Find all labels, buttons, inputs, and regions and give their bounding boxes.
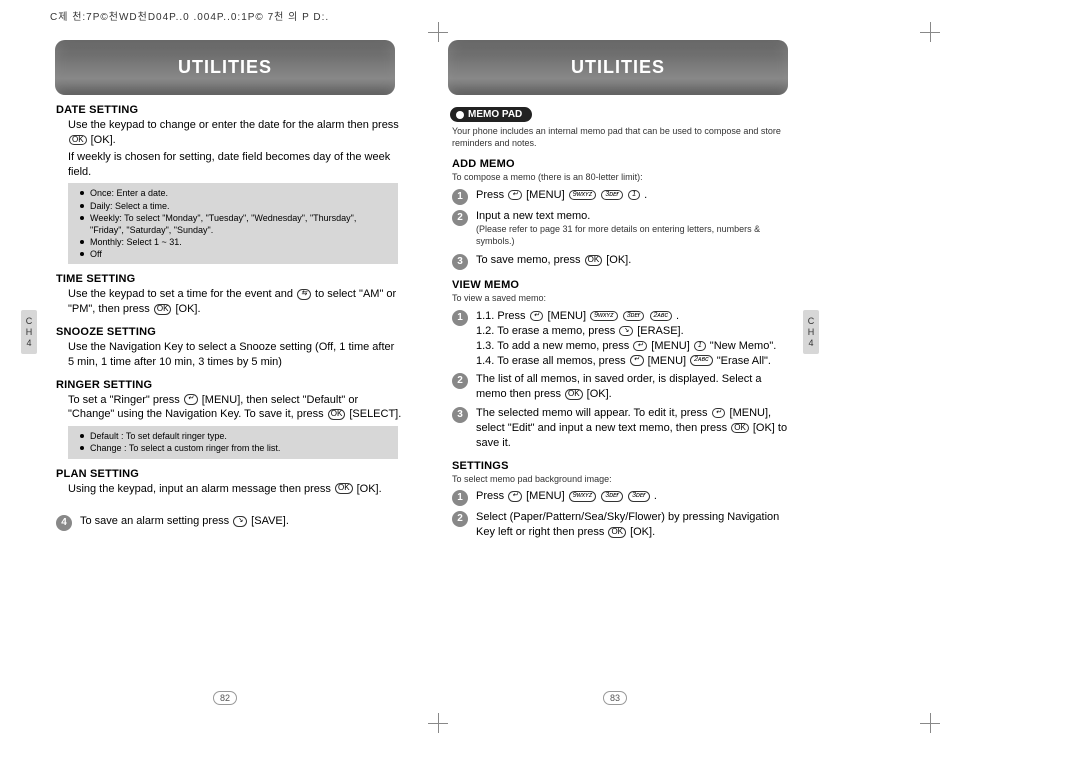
page-title: UTILITIES <box>448 40 788 95</box>
page-title: UTILITIES <box>55 40 395 95</box>
view-memo-intro: To view a saved memo: <box>452 293 792 305</box>
ok-icon: OK <box>154 304 172 315</box>
key-9-icon: 9ᴡxʏz <box>590 311 618 321</box>
step-number: 3 <box>452 407 468 423</box>
manual-page-right: C H 4 UTILITIES MEMO PAD Your phone incl… <box>420 40 810 705</box>
add-memo-step-1: 1 Press ↵ [MENU] 9ᴡxʏz 3ᴅᴇғ 1 . <box>452 188 792 205</box>
settings-title: SETTINGS <box>452 460 798 472</box>
menu-icon: ↵ <box>508 491 522 501</box>
step-number: 1 <box>452 189 468 205</box>
erase-icon: ↘ <box>619 326 633 336</box>
view-memo-step-3: 3 The selected memo will appear. To edit… <box>452 406 792 451</box>
view-memo-step-1: 1 1.1. Press ↵ [MENU] 9ᴡxʏz 3ᴅᴇғ 2ᴀʙᴄ . … <box>452 309 792 368</box>
menu-icon: ↵ <box>508 190 522 200</box>
memo-pad-badge: MEMO PAD <box>450 107 532 122</box>
add-memo-step-2: 2 Input a new text memo. (Please refer t… <box>452 209 792 249</box>
key-1-icon: 1 <box>628 190 640 200</box>
menu-icon: ↵ <box>530 311 544 321</box>
step-number: 2 <box>452 210 468 226</box>
step-number: 2 <box>452 373 468 389</box>
step-number: 2 <box>452 511 468 527</box>
ok-icon: OK <box>69 135 87 146</box>
key-3-icon: 3ᴅᴇғ <box>623 311 645 321</box>
page-header-text: C제 천:7P©천WD천D04P..0 .004P..0:1P© 7천 의 P … <box>50 8 329 23</box>
snooze-setting-text: Use the Navigation Key to select a Snooz… <box>68 340 402 370</box>
key-9-icon: 9ᴡxʏz <box>569 491 597 501</box>
crop-mark-icon <box>428 22 448 42</box>
step-number: 4 <box>56 515 72 531</box>
add-memo-step-3: 3 To save memo, press OK [OK]. <box>452 253 792 270</box>
memo-intro: Your phone includes an internal memo pad… <box>452 126 792 149</box>
dot-icon <box>456 111 464 119</box>
crop-mark-icon <box>428 713 448 733</box>
ok-icon: OK <box>335 483 353 494</box>
ok-icon: OK <box>608 527 626 538</box>
chapter-tab: C H 4 <box>803 310 819 354</box>
step-number: 1 <box>452 310 468 326</box>
date-setting-text-2: If weekly is chosen for setting, date fi… <box>68 150 402 180</box>
chapter-tab: C H 4 <box>21 310 37 354</box>
plan-setting-text: Using the keypad, input an alarm message… <box>68 482 402 497</box>
save-icon: ↘ <box>233 516 247 526</box>
menu-icon: ↵ <box>633 341 647 351</box>
time-setting-title: TIME SETTING <box>56 273 408 285</box>
crop-mark-icon <box>920 22 940 42</box>
add-memo-intro: To compose a memo (there is an 80-letter… <box>452 172 792 184</box>
snooze-setting-title: SNOOZE SETTING <box>56 326 408 338</box>
key-1-icon: 1 <box>694 341 706 351</box>
menu-icon: ↵ <box>184 394 198 404</box>
key-2-icon: 2ᴀʙᴄ <box>690 355 712 365</box>
plan-setting-title: PLAN SETTING <box>56 468 408 480</box>
settings-intro: To select memo pad background image: <box>452 474 792 486</box>
key-3-icon: 3ᴅᴇғ <box>601 491 623 501</box>
menu-icon: ↵ <box>630 355 644 365</box>
date-setting-notes: Once: Enter a date. Daily: Select a time… <box>68 183 398 264</box>
key-3-icon: 3ᴅᴇғ <box>601 190 623 200</box>
ringer-setting-text: To set a "Ringer" press ↵ [MENU], then s… <box>68 393 402 423</box>
step-number: 1 <box>452 490 468 506</box>
ok-icon: OK <box>328 409 346 420</box>
settings-step-1: 1 Press ↵ [MENU] 9ᴡxʏz 3ᴅᴇғ 3ᴅᴇғ . <box>452 489 792 506</box>
add-memo-title: ADD MEMO <box>452 158 798 170</box>
key-3-icon: 3ᴅᴇғ <box>628 491 650 501</box>
nav-icon: ⇆ <box>297 289 311 299</box>
view-memo-step-2: 2 The list of all memos, in saved order,… <box>452 372 792 402</box>
page-number: 82 <box>213 691 237 705</box>
settings-step-2: 2 Select (Paper/Pattern/Sea/Sky/Flower) … <box>452 510 792 540</box>
manual-page-left: C H 4 UTILITIES DATE SETTING Use the key… <box>30 40 420 705</box>
ok-icon: OK <box>731 423 749 434</box>
view-memo-title: VIEW MEMO <box>452 279 798 291</box>
ok-icon: OK <box>565 389 583 400</box>
ringer-setting-title: RINGER SETTING <box>56 379 408 391</box>
crop-mark-icon <box>920 713 940 733</box>
save-step: 4 To save an alarm setting press ↘ [SAVE… <box>56 514 402 531</box>
ok-icon: OK <box>585 255 603 266</box>
page-number: 83 <box>603 691 627 705</box>
menu-icon: ↵ <box>712 408 726 418</box>
time-setting-text: Use the keypad to set a time for the eve… <box>68 287 402 317</box>
key-2-icon: 2ᴀʙᴄ <box>650 311 672 321</box>
step-number: 3 <box>452 254 468 270</box>
date-setting-title: DATE SETTING <box>56 104 408 116</box>
ringer-setting-notes: Default : To set default ringer type. Ch… <box>68 426 398 458</box>
date-setting-text: Use the keypad to change or enter the da… <box>68 118 402 148</box>
key-9-icon: 9ᴡxʏz <box>569 190 597 200</box>
